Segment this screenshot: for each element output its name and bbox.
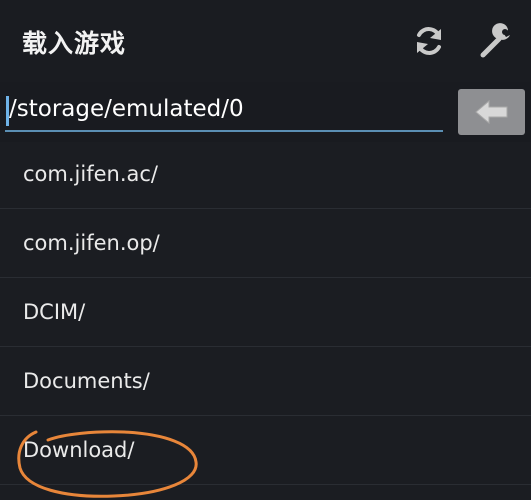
refresh-button[interactable] [408, 20, 450, 62]
file-row-com-jifen-op[interactable]: com.jifen.op/ [0, 209, 531, 278]
file-row-com-jifen-ac[interactable]: com.jifen.ac/ [0, 140, 531, 209]
back-button[interactable] [458, 89, 525, 135]
refresh-icon [417, 27, 441, 55]
path-input[interactable] [5, 88, 443, 132]
file-list: com.jifen.ac/ com.jifen.op/ DCIM/ Docume… [0, 140, 531, 485]
text-cursor [6, 96, 9, 126]
arrow-left-icon [474, 99, 507, 125]
page-title: 载入游戏 [22, 29, 127, 58]
file-row-documents[interactable]: Documents/ [0, 347, 531, 416]
wrench-icon [480, 23, 510, 58]
file-row-dcim[interactable]: DCIM/ [0, 278, 531, 347]
path-bar [0, 82, 531, 142]
settings-button[interactable] [476, 20, 518, 62]
app-header: 载入游戏 [0, 0, 531, 82]
file-row-download[interactable]: Download/ [0, 416, 531, 485]
